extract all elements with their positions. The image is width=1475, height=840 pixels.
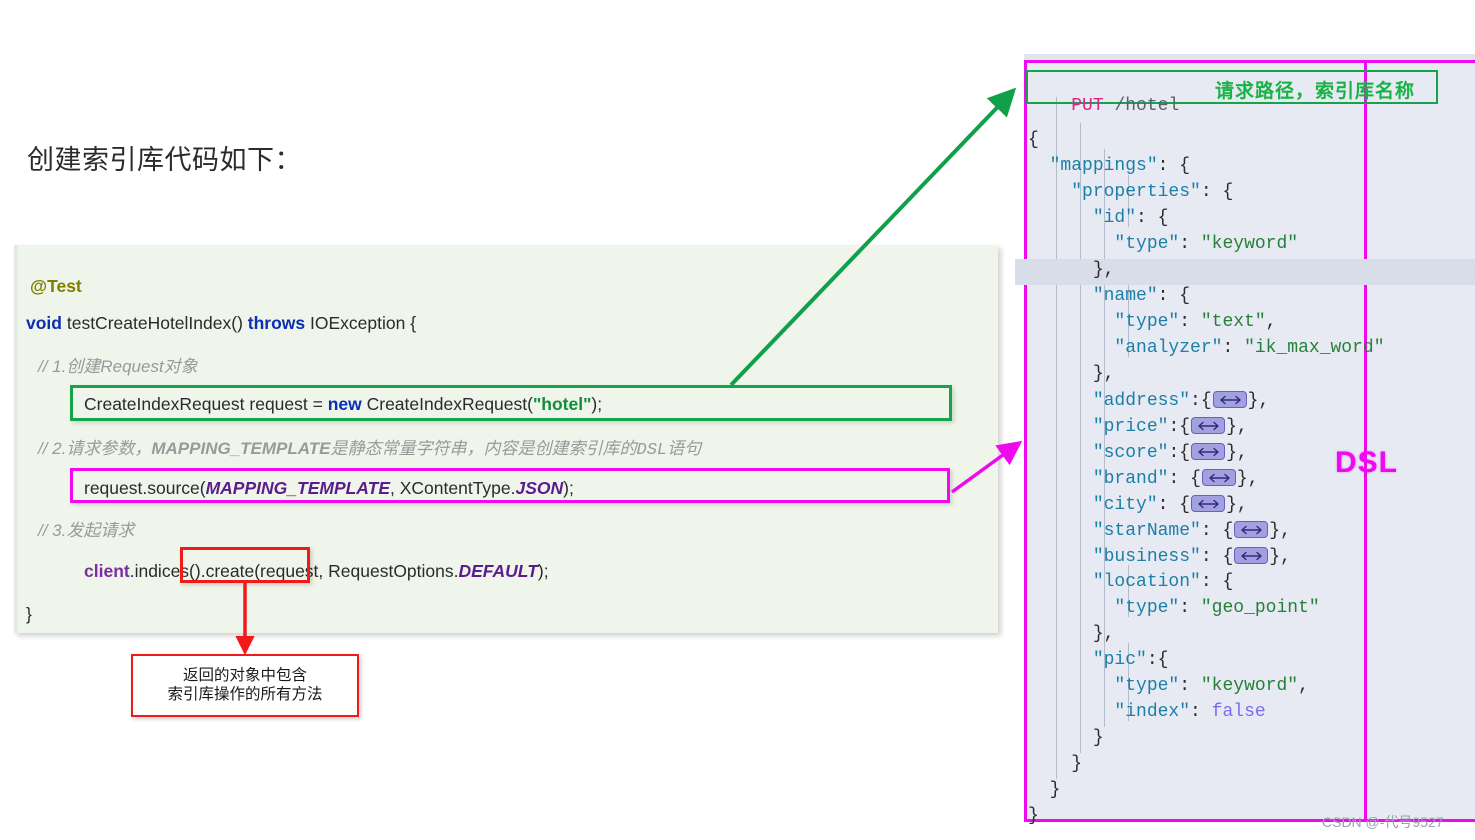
put-line-annotation-label: 请求路径，索引库名称 <box>1215 81 1416 102</box>
dsl-json-line: "location": { <box>1092 572 1234 592</box>
dsl-json-line: "mappings": { <box>1049 156 1191 176</box>
code-fold-placeholder[interactable] <box>1201 469 1236 486</box>
dsl-json-line: } <box>1092 728 1104 748</box>
callout-line-2: 索引库操作的所有方法 <box>167 686 323 703</box>
code-fold-placeholder[interactable] <box>1234 521 1269 538</box>
code-fold-placeholder[interactable] <box>1191 417 1226 434</box>
dsl-json-line: "id": { <box>1092 208 1169 228</box>
slide-canvas: 创建索引库代码如下： @Test void testCreateHotelInd… <box>0 0 1475 840</box>
code-comment-3: // 3.发起请求 <box>38 521 135 540</box>
code-line-closing-brace: } <box>26 604 32 624</box>
code-fold-placeholder[interactable] <box>1191 495 1226 512</box>
dsl-json-line: "pic":{ <box>1092 650 1169 670</box>
dsl-json-line: "analyzer": "ik_max_word" <box>1114 338 1385 358</box>
dsl-request-line: PUT /hotel <box>1071 96 1180 116</box>
dsl-json-line: } <box>1049 780 1061 800</box>
dsl-json-line: } <box>1071 754 1083 774</box>
highlight-box-request-source <box>70 468 950 503</box>
dsl-json-line: "type": "keyword" <box>1114 234 1299 254</box>
dsl-json-line: "name": { <box>1092 286 1191 306</box>
dsl-json-line: "starName": {}, <box>1092 521 1291 541</box>
highlight-box-indices-create <box>180 547 310 583</box>
dsl-json-line: }, <box>1092 624 1115 644</box>
dsl-panel-right-border <box>1364 60 1367 822</box>
callout-indices-note: 返回的对象中包含 索引库操作的所有方法 <box>131 654 359 717</box>
code-line-client-create: client.indices().create(request, Request… <box>84 561 549 581</box>
dsl-json-line: "type": "geo_point" <box>1114 598 1320 618</box>
dsl-json-line: "price":{}, <box>1092 417 1248 437</box>
code-fold-placeholder[interactable] <box>1234 547 1269 564</box>
code-fold-placeholder[interactable] <box>1212 391 1247 408</box>
code-comment-2: // 2.请求参数，MAPPING_TEMPLATE是静态常量字符串，内容是创建… <box>38 439 702 460</box>
callout-line-1: 返回的对象中包含 <box>182 666 307 684</box>
code-line-annotation: @Test <box>30 276 82 296</box>
dsl-json-line: { <box>1028 130 1039 150</box>
java-code-card: @Test void testCreateHotelIndex() throws… <box>14 245 998 633</box>
watermark: CSDN @-代号9527 <box>1322 814 1444 830</box>
page-title: 创建索引库代码如下： <box>27 145 302 175</box>
dsl-json-line: }, <box>1092 364 1115 384</box>
dsl-json-line: "business": {}, <box>1092 547 1291 567</box>
dsl-json-line: "city": {}, <box>1092 495 1248 515</box>
highlight-box-create-request <box>70 385 952 421</box>
dsl-json-line: } <box>1028 806 1039 826</box>
dsl-json-line: }, <box>1092 260 1115 280</box>
code-card-left-strip <box>14 245 18 633</box>
dsl-json-line: "address":{}, <box>1092 391 1270 411</box>
dsl-json-line: "index": false <box>1114 702 1266 722</box>
dsl-json-line: "properties": { <box>1071 182 1234 202</box>
dsl-label: DSL <box>1335 446 1398 479</box>
code-fold-placeholder[interactable] <box>1191 443 1226 460</box>
dsl-json-line: "brand": {}, <box>1092 469 1259 489</box>
code-comment-1: // 1.创建Request对象 <box>38 357 198 376</box>
dsl-json-line: "type": "text", <box>1114 312 1277 332</box>
dsl-json-line: "score":{}, <box>1092 443 1248 463</box>
dsl-json-line: "type": "keyword", <box>1114 676 1309 696</box>
code-line-signature: void testCreateHotelIndex() throws IOExc… <box>26 313 417 333</box>
